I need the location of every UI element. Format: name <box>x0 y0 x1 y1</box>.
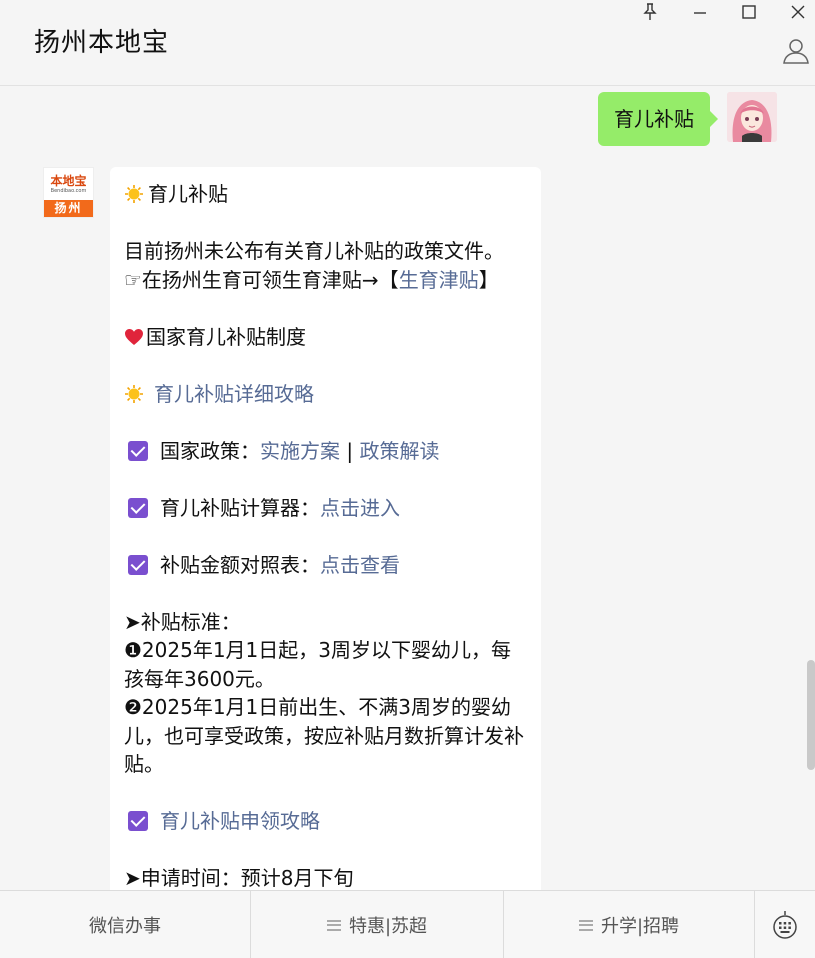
standard-heading: ➤补贴标准： <box>124 609 241 634</box>
checkbox-icon <box>128 440 148 461</box>
intro-line-2-suffix: 】 <box>478 267 499 292</box>
apply-guide-link[interactable]: 育儿补贴申领攻略 <box>160 809 320 833</box>
calculator-label: 育儿补贴计算器： <box>160 495 320 520</box>
menu-item-label: 微信办事 <box>89 916 161 937</box>
calculator-link[interactable]: 点击进入 <box>320 496 400 520</box>
policy-line: 国家政策：实施方案 | 政策解读 <box>124 437 527 466</box>
intro-line-1: 目前扬州未公布有关育儿补贴的政策文件。 <box>124 239 504 263</box>
apply-time: ➤申请时间：预计8月下旬 <box>124 866 354 890</box>
heart-icon <box>125 328 143 345</box>
guide-line: 育儿补贴详细攻略 <box>124 380 527 409</box>
menu-item-deals[interactable]: 特惠|苏超 <box>251 891 504 958</box>
message-title-line: 育儿补贴 <box>124 180 527 209</box>
scrollbar-thumb[interactable] <box>807 660 815 770</box>
checkbox-icon <box>128 811 148 831</box>
amount-table-link[interactable]: 点击查看 <box>320 553 400 577</box>
apply-guide-line: 育儿补贴申领攻略 <box>124 807 527 836</box>
bot-message-bubble: 育儿补贴 目前扬州未公布有关育儿补贴的政策文件。 ☞在扬州生育可领生育津贴→【生… <box>110 167 541 890</box>
message-list[interactable]: 育儿补贴 本地宝 Bendibao.com 扬州 育儿补贴 目前扬州未公布有关育… <box>0 86 815 890</box>
intro-line-2-prefix: ☞在扬州生育可领生育津贴→【 <box>124 267 399 292</box>
logo-text: 本地宝 <box>50 173 87 188</box>
guide-link[interactable]: 育儿补贴详细攻略 <box>154 382 314 406</box>
policy-separator: | <box>340 438 360 463</box>
implementation-plan-link[interactable]: 实施方案 <box>260 439 340 463</box>
menu-item-wechat-services[interactable]: 微信办事 <box>0 891 251 958</box>
sun-icon <box>125 384 143 403</box>
chat-header: 扬州本地宝 <box>0 0 815 86</box>
checkbox-icon <box>128 497 148 518</box>
standard-item-1: ❶2025年1月1日起，3周岁以下婴幼儿，每孩每年3600元。 <box>124 638 512 691</box>
sun-icon <box>125 185 143 203</box>
logo-domain: Bendibao.com <box>50 187 87 194</box>
bendibao-logo: 本地宝 Bendibao.com <box>44 168 93 201</box>
my-message-bubble[interactable]: 育儿补贴 <box>598 92 718 146</box>
amount-table-label: 补贴金额对照表： <box>160 552 320 577</box>
menu-item-education-jobs[interactable]: 升学|招聘 <box>504 891 755 958</box>
pin-icon[interactable] <box>638 2 662 22</box>
menu-list-icon <box>578 919 593 931</box>
user-icon[interactable] <box>781 36 811 66</box>
my-avatar[interactable] <box>727 92 777 142</box>
message-title: 育儿补贴 <box>148 182 228 206</box>
policy-label: 国家政策： <box>160 438 260 463</box>
checkbox-icon <box>128 554 148 575</box>
standard-item-2: ❷2025年1月1日前出生、不满3周岁的婴幼儿，也可享受政策，按应补贴月数折算计… <box>124 695 524 776</box>
chat-title: 扬州本地宝 <box>34 28 170 58</box>
keyboard-icon[interactable] <box>755 891 815 958</box>
intro-line-2: ☞在扬州生育可领生育津贴→【生育津贴】 <box>124 266 527 295</box>
policy-interpretation-link[interactable]: 政策解读 <box>359 439 439 463</box>
bottom-menu-bar: 微信办事 特惠|苏超 升学|招聘 <box>0 890 815 958</box>
calculator-line: 育儿补贴计算器：点击进入 <box>124 494 527 523</box>
close-icon[interactable] <box>786 2 810 22</box>
avatar-city-label: 扬州 <box>44 200 93 217</box>
menu-list-icon <box>326 919 341 931</box>
maximize-icon[interactable] <box>737 2 761 22</box>
bot-avatar[interactable]: 本地宝 Bendibao.com 扬州 <box>43 167 94 218</box>
menu-item-label: 升学|招聘 <box>600 916 680 937</box>
menu-item-label: 特惠|苏超 <box>348 916 428 937</box>
minimize-icon[interactable] <box>688 2 712 22</box>
national-heading-line: 国家育儿补贴制度 <box>124 323 527 352</box>
national-heading: 国家育儿补贴制度 <box>146 324 306 349</box>
maternity-allowance-link[interactable]: 生育津贴 <box>399 268 479 292</box>
amount-table-line: 补贴金额对照表：点击查看 <box>124 551 527 580</box>
